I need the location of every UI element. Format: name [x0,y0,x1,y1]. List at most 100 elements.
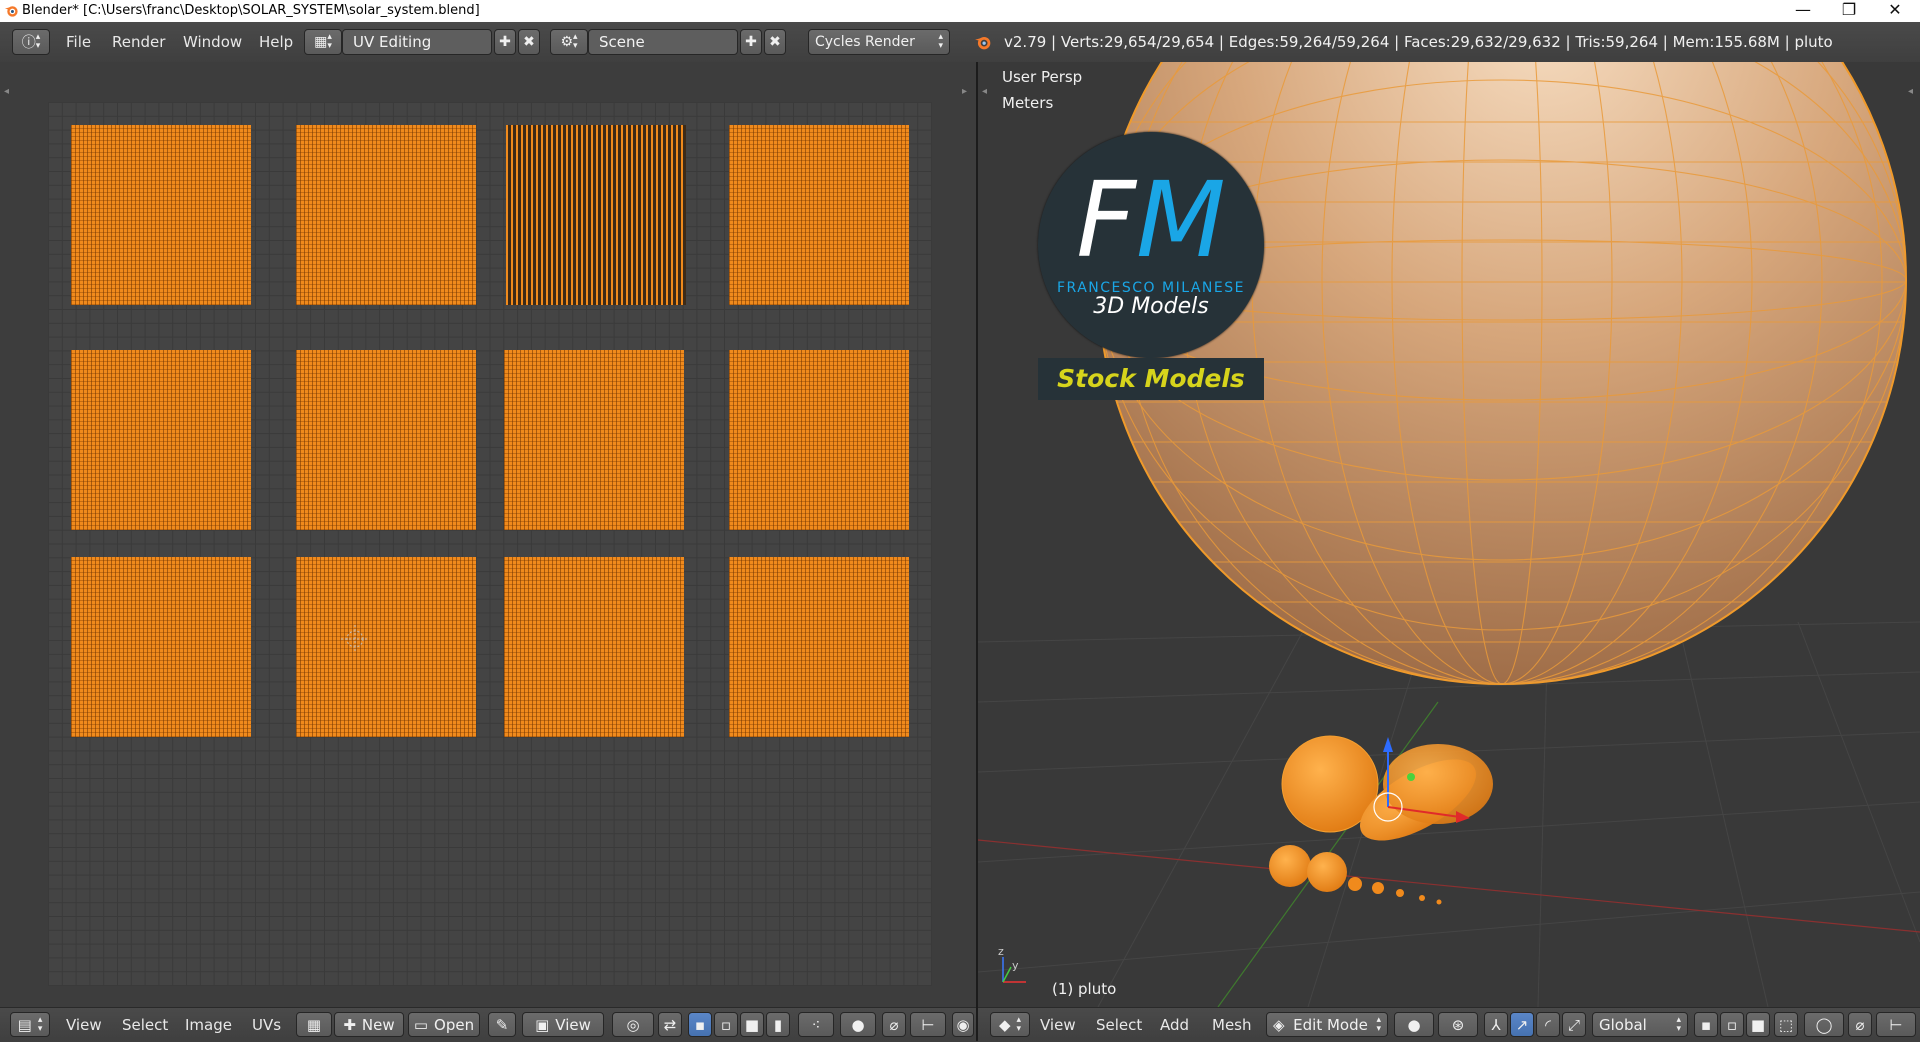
folder-icon: ▭ [413,1015,429,1034]
uv-menu-select[interactable]: Select [122,1016,168,1034]
remove-scene-button[interactable]: ✖ [764,29,786,55]
view3d-menu-view[interactable]: View [1040,1016,1076,1034]
updown-arrow-icon: ▴ ▾ [1376,1014,1381,1034]
interaction-mode-dropdown[interactable]: ◈ Edit Mode ▴ ▾ [1266,1012,1388,1037]
screen-layout-field[interactable]: UV Editing [342,29,492,55]
uv-island[interactable] [729,350,909,530]
uv-canvas[interactable] [48,102,932,986]
editor-type-selector[interactable]: ◆ ▴ ▾ [990,1012,1030,1037]
restore-button[interactable]: ❐ [1826,0,1872,22]
uv-island[interactable] [504,350,684,530]
vertex-select-button[interactable]: ▪ [688,1012,712,1037]
rotate-manipulator-button[interactable]: ◜ [1536,1012,1560,1037]
translate-arrow-icon: ↗ [1515,1015,1529,1034]
menu-help[interactable]: Help [259,33,293,51]
scale-icon: ⤢ [1567,1015,1580,1034]
proportional-edit-dropdown[interactable]: ◯ [1804,1012,1844,1037]
scene-statistics: v2.79 | Verts:29,654/29,654 | Edges:59,2… [1004,33,1833,51]
vertex-select-button[interactable]: ▪ [1694,1012,1718,1037]
render-slot-button[interactable]: ◉ [952,1012,974,1037]
snap-button[interactable]: ⌀ [1848,1012,1872,1037]
open-image-button[interactable]: ▭ Open [408,1012,480,1037]
view-mode-dropdown[interactable]: ▣ View [522,1012,604,1037]
occlude-geometry-button[interactable]: ⬚ [1774,1012,1798,1037]
region-expand-right-icon[interactable]: ◂ [1908,86,1913,97]
image-browse-button[interactable]: ▦ [296,1012,332,1037]
uv-island[interactable] [296,125,476,305]
snap-icon: ⌀ [889,1015,899,1034]
new-image-button[interactable]: ✚ New [334,1012,404,1037]
snap-target-dropdown[interactable]: ⊢ [910,1012,946,1037]
shading-solid-icon: ● [1407,1015,1421,1034]
menu-window[interactable]: Window [183,33,242,51]
face-select-icon: ■ [744,1015,760,1034]
snap-button[interactable]: ⌀ [882,1012,906,1037]
uv-menu-uvs[interactable]: UVs [252,1016,281,1034]
view3d-menu-add[interactable]: Add [1160,1016,1189,1034]
uv-island[interactable] [71,557,251,737]
view3d-menu-mesh[interactable]: Mesh [1212,1016,1252,1034]
uv-menu-view[interactable]: View [66,1016,102,1034]
close-button[interactable]: ✕ [1872,0,1918,22]
info-icon: ⓘ [21,35,36,51]
island-select-button[interactable]: ▮ [766,1012,790,1037]
manipulator-toggle[interactable]: ⅄ [1484,1012,1508,1037]
snap-element-dropdown[interactable]: ⊢ [1876,1012,1916,1037]
render-engine-dropdown[interactable]: Cycles Render ▴ ▾ [808,29,950,55]
pivot-dropdown[interactable]: ◎ [612,1012,654,1037]
menu-render[interactable]: Render [112,33,165,51]
edge-select-button[interactable]: ▫ [1720,1012,1744,1037]
view3d-menu-select[interactable]: Select [1096,1016,1142,1034]
uv-image-editor[interactable]: ◂ ▸ [0,62,976,1007]
sync-selection-button[interactable]: ⇄ [658,1012,682,1037]
pivot-point-dropdown[interactable]: ⊛ [1438,1012,1478,1037]
scene-field[interactable]: Scene [588,29,738,55]
pivot-icon: ◎ [626,1015,640,1034]
updown-arrow-icon: ▴ ▾ [1676,1014,1681,1034]
minimize-button[interactable]: — [1780,0,1826,22]
view-axes-icon: z y [998,945,1026,983]
pin-button[interactable]: ✎ [488,1012,516,1037]
vertex-select-icon: ▪ [694,1015,706,1034]
region-expand-right-icon[interactable]: ▸ [962,86,967,97]
edge-select-button[interactable]: ▫ [714,1012,738,1037]
fm-logo-m: M [1136,159,1226,281]
translate-manipulator-button[interactable]: ↗ [1510,1012,1534,1037]
pin-icon: ✎ [495,1015,509,1034]
menu-file[interactable]: File [66,33,91,51]
region-expand-left-icon[interactable]: ◂ [982,86,987,97]
3d-view-header: ◆ ▴ ▾ View Select Add Mesh ◈ Edit Mode ▴ ▾ ● … [978,1007,1920,1042]
uv-island[interactable] [296,557,476,737]
3d-viewport[interactable]: z y User Persp Meters (1) pluto ◂ ◂ FM F… [978,62,1920,1007]
view-icon: ▣ [535,1015,550,1034]
editor-type-selector[interactable]: ⓘ ▴ ▾ [12,29,50,55]
uv-menu-image[interactable]: Image [185,1016,232,1034]
sticky-select-dropdown[interactable]: ⁖ [798,1012,834,1037]
uv-island[interactable] [504,557,684,737]
scale-manipulator-button[interactable]: ⤢ [1562,1012,1586,1037]
uv-island[interactable] [71,350,251,530]
image-icon: ▦ [306,1015,322,1034]
screen-layout-selector[interactable]: ▦ ▴ ▾ [304,29,342,55]
plus-icon: ✚ [499,34,511,50]
uv-island[interactable] [506,125,686,305]
transform-orientation-label: Global [1599,1015,1647,1034]
3d-view-icon: ◆ [998,1015,1011,1034]
uv-island[interactable] [296,350,476,530]
uv-island[interactable] [729,557,909,737]
viewport-shading-dropdown[interactable]: ● [1394,1012,1434,1037]
add-layout-button[interactable]: ✚ [494,29,516,55]
remove-layout-button[interactable]: ✖ [518,29,540,55]
scene-icon: ⚙ [560,34,574,50]
uv-island[interactable] [729,125,909,305]
window-title-bar: Blender* [C:\Users\franc\Desktop\SOLAR_S… [0,0,1920,22]
add-scene-button[interactable]: ✚ [740,29,762,55]
proportional-edit-dropdown[interactable]: ● [840,1012,876,1037]
uv-island[interactable] [71,125,251,305]
editor-type-selector[interactable]: ▤ ▴ ▾ [10,1012,50,1037]
transform-orientation-dropdown[interactable]: Global ▴ ▾ [1592,1012,1688,1037]
face-select-button[interactable]: ■ [740,1012,764,1037]
face-select-button[interactable]: ■ [1746,1012,1770,1037]
scene-selector[interactable]: ⚙ ▴ ▾ [550,29,588,55]
region-expand-left-icon[interactable]: ◂ [4,86,9,97]
